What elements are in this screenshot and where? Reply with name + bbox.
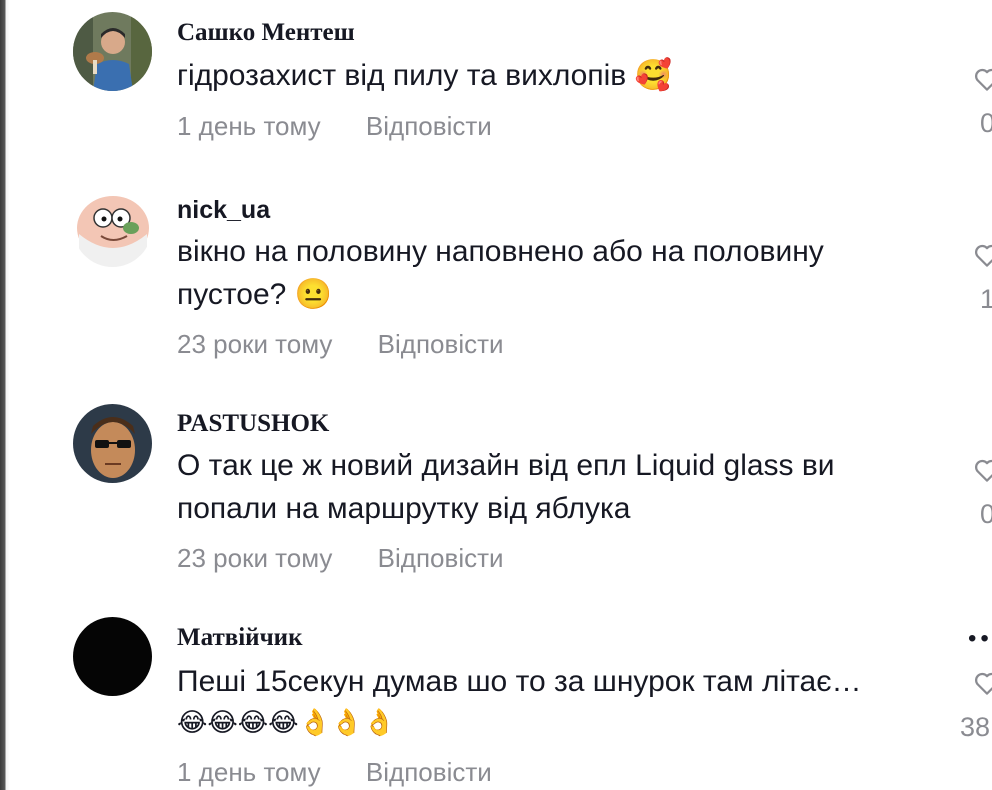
heart-icon[interactable] — [972, 455, 992, 485]
like-button[interactable]: 1 — [968, 240, 992, 330]
comment-timestamp: 1 день тому — [177, 757, 321, 787]
comment-timestamp: 23 роки тому — [177, 329, 333, 359]
comment-username[interactable]: Сашко Ментеш — [177, 19, 355, 47]
comment-meta: 1 день тому Відповісти — [177, 111, 492, 142]
comment-username[interactable]: Матвійчик — [177, 624, 303, 652]
heart-icon[interactable] — [972, 668, 992, 698]
like-button[interactable]: 38 — [960, 668, 992, 758]
heart-icon[interactable] — [972, 240, 992, 270]
reply-button[interactable]: Відповісти — [366, 757, 492, 788]
like-button[interactable]: 0 — [968, 64, 992, 154]
like-count: 1 — [980, 284, 992, 314]
reply-button[interactable]: Відповісти — [378, 329, 504, 360]
avatar[interactable] — [73, 188, 152, 267]
like-count: 38 — [960, 712, 991, 742]
avatar[interactable] — [73, 617, 152, 696]
avatar[interactable] — [73, 12, 152, 91]
like-button[interactable]: 0 — [968, 455, 992, 545]
avatar[interactable] — [73, 404, 152, 483]
comment-text: гідрозахист від пилу та вихлопів 🥰 — [177, 59, 672, 92]
like-count: 0 — [980, 499, 992, 529]
comment-meta: 1 день тому Відповісти — [177, 757, 492, 788]
comment-username[interactable]: nick_ua — [177, 196, 270, 225]
reply-button[interactable]: Відповісти — [378, 543, 504, 574]
window-edge — [0, 0, 10, 790]
comment-text: вікно на половину наповнено або на полов… — [177, 235, 824, 311]
like-count: 0 — [980, 108, 992, 138]
comment-username[interactable]: PASTUSHOK — [177, 410, 329, 438]
comment-timestamp: 1 день тому — [177, 111, 321, 141]
heart-icon[interactable] — [972, 64, 992, 94]
reply-button[interactable]: Відповісти — [366, 111, 492, 142]
more-dots-icon[interactable]: ••• — [968, 625, 992, 653]
comment-emoji-line: 😂😂😂😂👌👌👌 — [177, 708, 396, 738]
comment-meta: 23 роки тому Відповісти — [177, 543, 504, 574]
comment-timestamp: 23 роки тому — [177, 543, 333, 573]
comment-text: Пеші 15секун думав шо то за шнурок там л… — [177, 665, 862, 698]
comment-meta: 23 роки тому Відповісти — [177, 329, 504, 360]
comment-text: О так це ж новий дизайн від епл Liquid g… — [177, 449, 835, 525]
